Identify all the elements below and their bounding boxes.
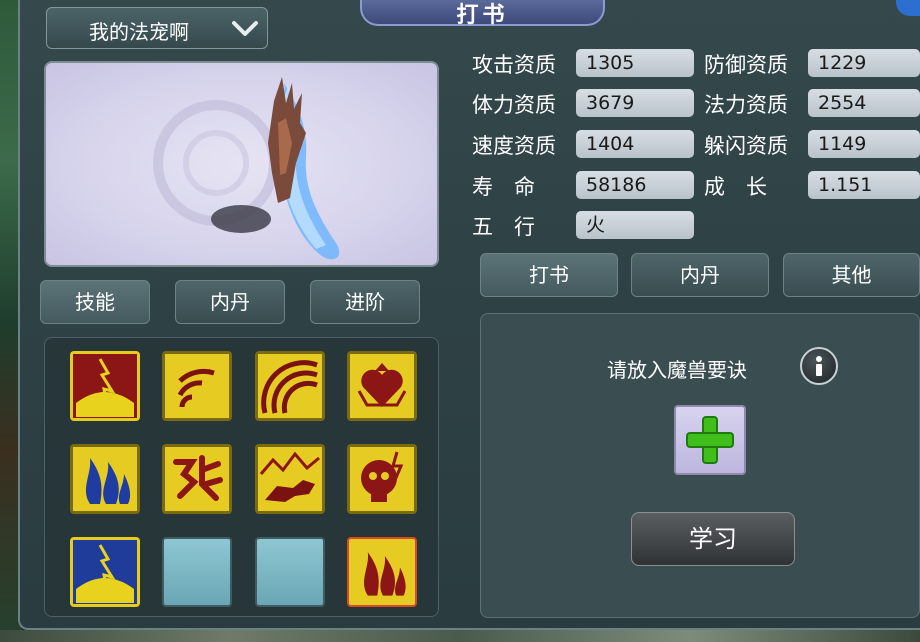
stat-value-lifespan: 58186 <box>576 171 694 199</box>
stat-value-dodge-aptitude: 1149 <box>808 130 920 158</box>
skill-slot-rune-glyph[interactable] <box>162 444 232 514</box>
chevron-down-icon <box>232 21 258 36</box>
beast-mountain-icon <box>255 444 325 514</box>
insert-book-prompt: 请放入魔兽要诀 <box>607 358 747 382</box>
pet-selector-dropdown[interactable]: 我的法宠啊 <box>46 7 268 49</box>
tab-advance[interactable]: 进阶 <box>310 280 420 324</box>
skill-slot-blue-flame[interactable] <box>70 444 140 514</box>
pet-name-label: 我的法宠啊 <box>89 20 189 44</box>
info-icon[interactable] <box>800 347 838 385</box>
add-book-slot[interactable] <box>674 405 746 475</box>
stat-label-speed-aptitude: 速度资质 <box>472 134 556 158</box>
stat-value-element: 火 <box>576 211 694 239</box>
pet-model-image <box>153 77 340 260</box>
pet-preview <box>44 61 439 267</box>
skill-slot-beast-mountain[interactable] <box>255 444 325 514</box>
tab-other[interactable]: 其他 <box>783 253 920 297</box>
skill-slot-sound-wave[interactable] <box>162 351 232 421</box>
blue-lightning-burst-icon <box>70 537 140 607</box>
stat-label-lifespan: 寿 命 <box>472 175 535 199</box>
stat-label-dodge-aptitude: 躲闪资质 <box>704 134 788 158</box>
plus-icon <box>686 416 734 464</box>
skill-slot-lightning-burst[interactable] <box>70 351 140 421</box>
stat-value-attack-aptitude: 1305 <box>576 49 694 77</box>
window-title: 打书 <box>456 3 509 28</box>
stat-label-growth: 成 长 <box>704 175 767 199</box>
skill-slot-blue-lightning-burst[interactable] <box>70 537 140 607</box>
stat-label-stamina-aptitude: 体力资质 <box>472 93 556 117</box>
stat-value-growth: 1.151 <box>808 171 920 199</box>
blue-flame-icon <box>70 444 140 514</box>
stat-value-speed-aptitude: 1404 <box>576 130 694 158</box>
info-glyph <box>816 356 822 376</box>
skull-lightning-icon <box>347 444 417 514</box>
tab-inner-core-right[interactable]: 内丹 <box>631 253 769 297</box>
skill-slot-red-flame[interactable] <box>347 537 417 607</box>
tab-inner-core[interactable]: 内丹 <box>175 280 285 324</box>
background-scenery-bottom <box>0 630 920 642</box>
learn-button[interactable]: 学习 <box>631 512 795 566</box>
lightning-burst-icon <box>70 351 140 421</box>
skill-slot-empty[interactable] <box>162 537 232 607</box>
stat-label-mana-aptitude: 法力资质 <box>704 93 788 117</box>
tab-skill-book[interactable]: 打书 <box>480 253 618 297</box>
stat-value-defense-aptitude: 1229 <box>808 49 920 77</box>
skill-slot-rainbow-arc[interactable] <box>255 351 325 421</box>
skill-slot-skull-lightning[interactable] <box>347 444 417 514</box>
stat-label-element: 五 行 <box>472 215 535 239</box>
skill-slot-empty[interactable] <box>255 537 325 607</box>
tab-skills[interactable]: 技能 <box>40 280 150 324</box>
stat-value-mana-aptitude: 2554 <box>808 89 920 117</box>
stat-value-stamina-aptitude: 3679 <box>576 89 694 117</box>
stat-label-attack-aptitude: 攻击资质 <box>472 53 556 77</box>
heart-shield-icon <box>347 351 417 421</box>
rune-glyph-icon <box>162 444 232 514</box>
sound-wave-icon <box>162 351 232 421</box>
rainbow-arc-icon <box>255 351 325 421</box>
red-flame-icon <box>349 539 415 605</box>
stat-label-defense-aptitude: 防御资质 <box>704 53 788 77</box>
title-banner: 打书 <box>360 0 605 28</box>
skill-slot-heart-shield[interactable] <box>347 351 417 421</box>
